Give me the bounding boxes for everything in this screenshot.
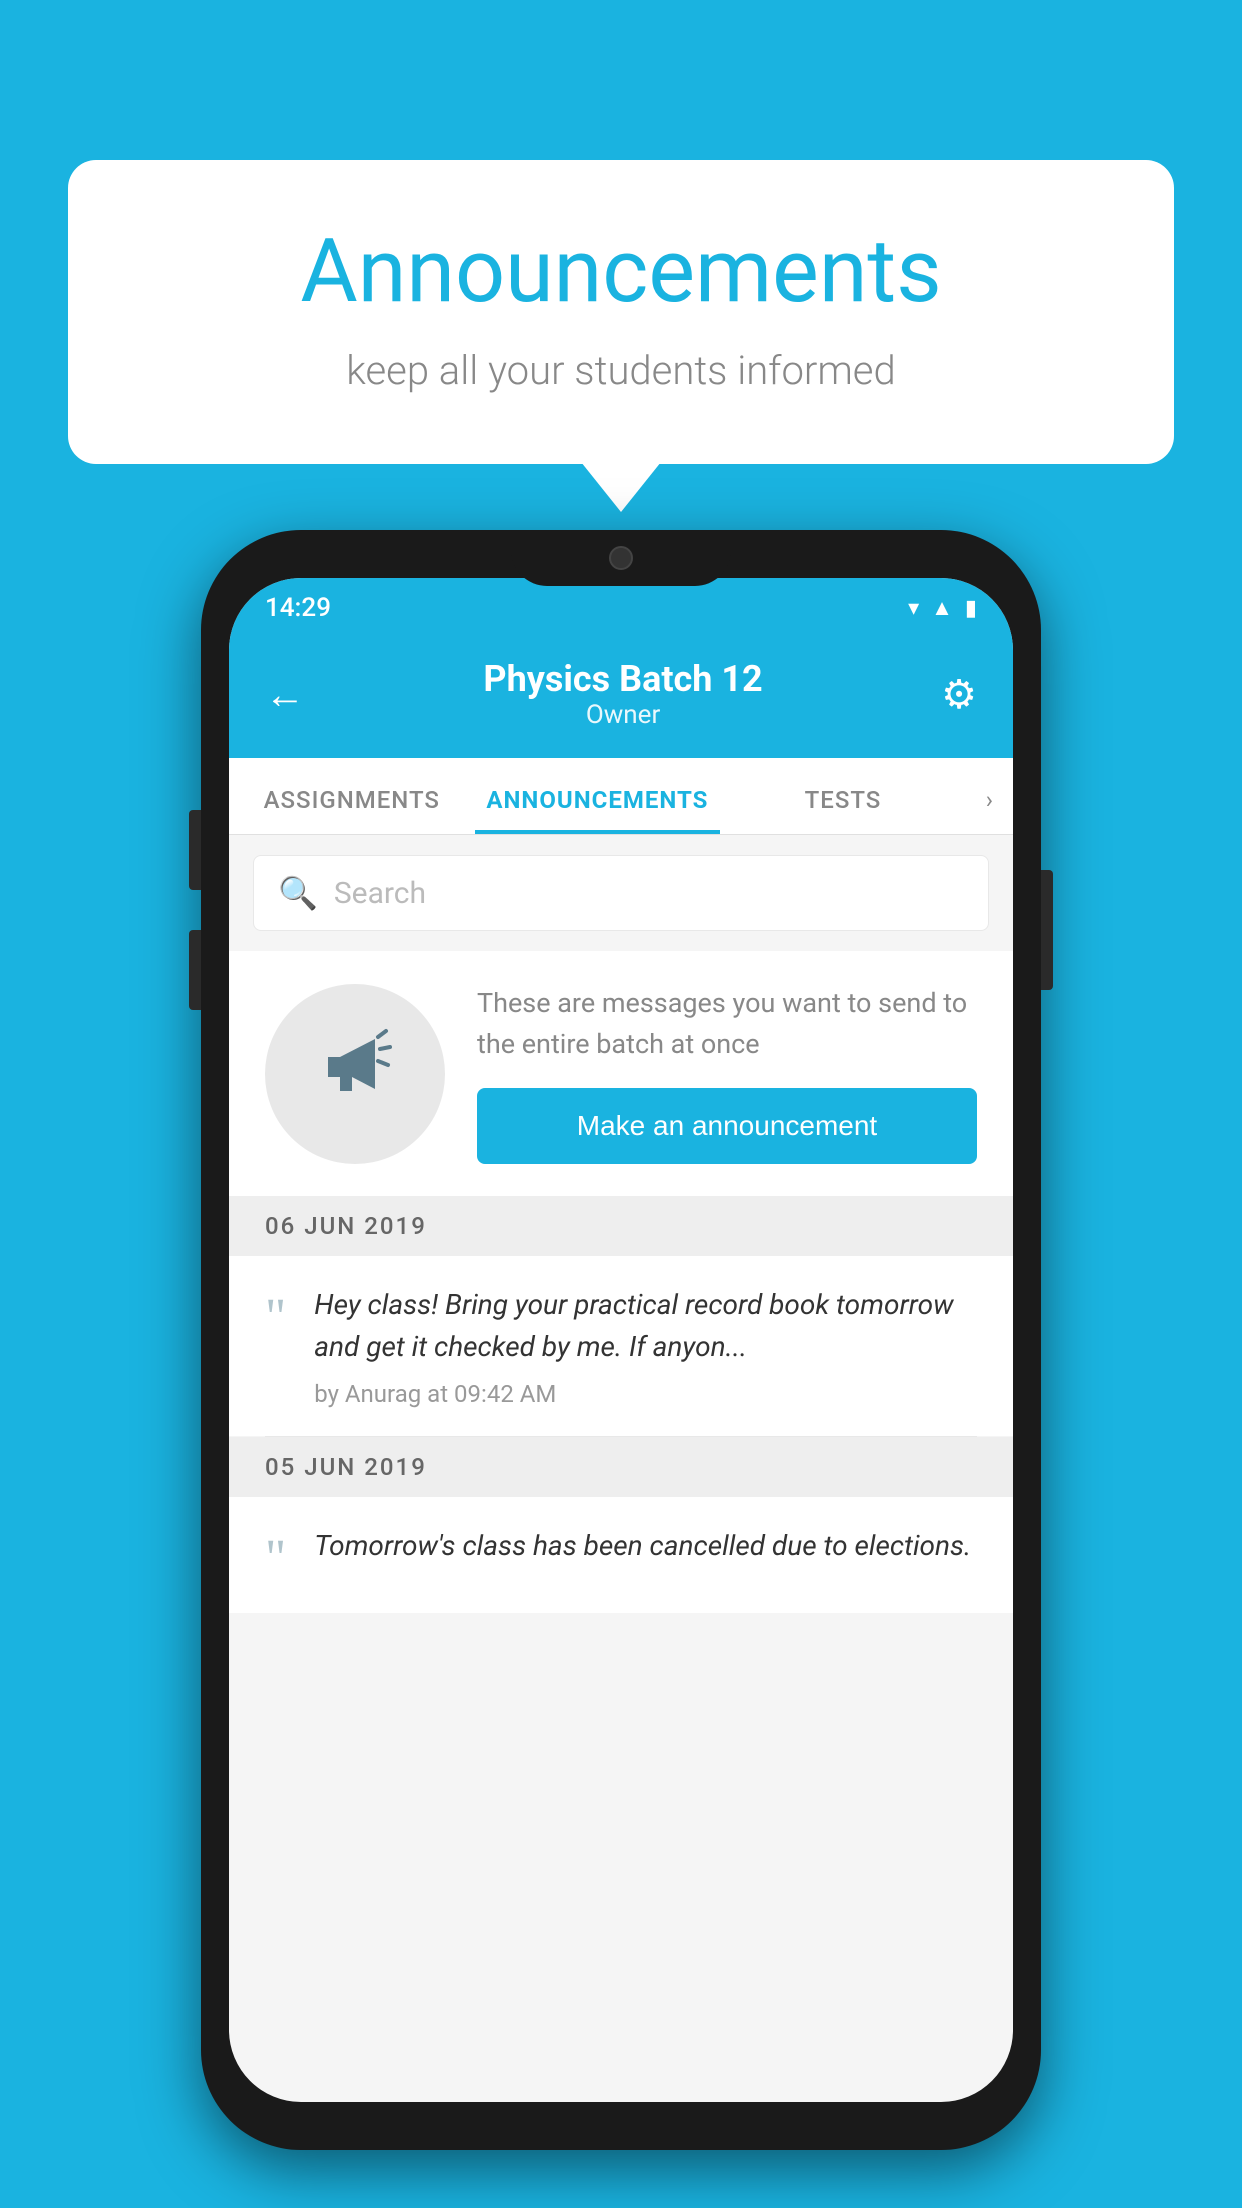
tab-bar: ASSIGNMENTS ANNOUNCEMENTS TESTS › [229,758,1013,835]
wifi-icon: ▾ [908,596,919,621]
phone-screen: 14:29 ▾ ▲ ▮ ← Physics Batch 12 Owner ⚙ [229,578,1013,2102]
search-placeholder: Search [334,876,426,911]
signal-icon: ▲ [931,595,953,621]
quote-icon-2: " [265,1533,286,1585]
speech-bubble: Announcements keep all your students inf… [68,160,1174,464]
status-bar: 14:29 ▾ ▲ ▮ [229,578,1013,638]
gear-icon[interactable]: ⚙ [941,671,977,718]
make-announcement-button[interactable]: Make an announcement [477,1088,977,1164]
bubble-subtitle: keep all your students informed [148,347,1094,394]
search-icon: 🔍 [278,874,318,912]
app-header: ← Physics Batch 12 Owner ⚙ [229,638,1013,758]
phone-camera [609,546,633,570]
tab-assignments[interactable]: ASSIGNMENTS [229,758,475,834]
announcement-text-1: Hey class! Bring your practical record b… [314,1284,977,1368]
date-separator-2: 05 JUN 2019 [229,1437,1013,1497]
search-bar[interactable]: 🔍 Search [253,855,989,931]
bubble-title: Announcements [148,220,1094,323]
announcement-item-1[interactable]: " Hey class! Bring your practical record… [229,1256,1013,1436]
header-title: Physics Batch 12 [305,658,941,700]
status-icons: ▾ ▲ ▮ [908,595,977,621]
announcement-text-2: Tomorrow's class has been cancelled due … [314,1525,977,1567]
announcement-meta-1: by Anurag at 09:42 AM [314,1380,977,1408]
phone-mockup: 14:29 ▾ ▲ ▮ ← Physics Batch 12 Owner ⚙ [201,530,1041,2150]
intro-section: Announcements keep all your students inf… [68,160,1174,464]
promo-description: These are messages you want to send to t… [477,983,977,1064]
megaphone-icon [310,1019,400,1129]
phone-power [1041,870,1053,990]
announcement-item-2[interactable]: " Tomorrow's class has been cancelled du… [229,1497,1013,1613]
announcement-content-2: Tomorrow's class has been cancelled due … [314,1525,977,1579]
phone-outer: 14:29 ▾ ▲ ▮ ← Physics Batch 12 Owner ⚙ [201,530,1041,2150]
phone-notch [511,530,731,586]
status-time: 14:29 [265,593,331,623]
promo-icon-circle [265,984,445,1164]
battery-icon: ▮ [965,596,977,621]
promo-right: These are messages you want to send to t… [477,983,977,1164]
tab-tests[interactable]: TESTS [720,758,966,834]
tab-more[interactable]: › [966,758,1013,834]
quote-icon-1: " [265,1292,286,1344]
header-center: Physics Batch 12 Owner [305,658,941,730]
header-subtitle: Owner [305,700,941,730]
back-button[interactable]: ← [265,671,305,718]
promo-area: These are messages you want to send to t… [229,951,1013,1196]
announcement-content-1: Hey class! Bring your practical record b… [314,1284,977,1408]
phone-volume-down [189,930,201,1010]
date-separator-1: 06 JUN 2019 [229,1196,1013,1256]
tab-announcements[interactable]: ANNOUNCEMENTS [475,758,721,834]
phone-volume-up [189,810,201,890]
